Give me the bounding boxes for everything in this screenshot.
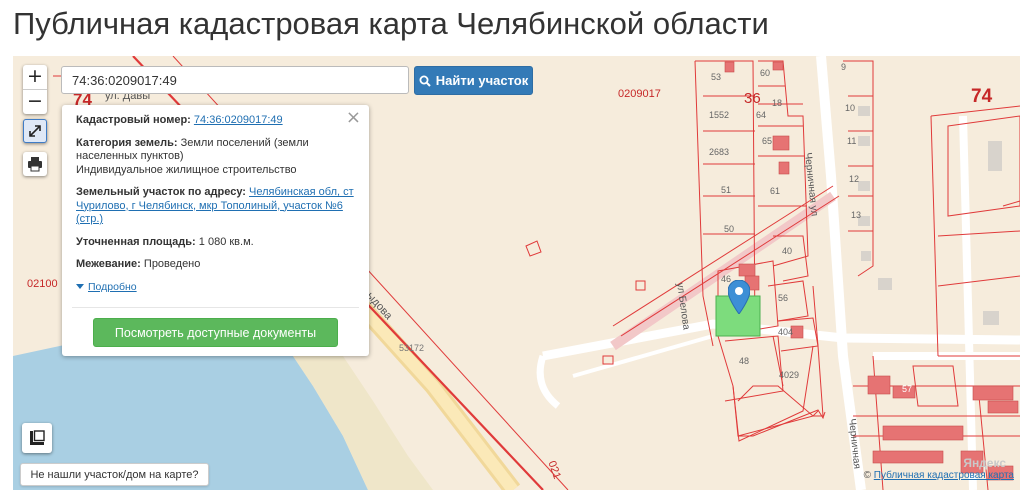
- plot-info-popup: × Кадастровый номер: 74:36:0209017:49 Ка…: [62, 105, 369, 356]
- land-category-row: Категория земель: Земли поселений (земли…: [76, 137, 357, 178]
- address-label: Земельный участок по адресу:: [76, 186, 246, 198]
- plot-label: 12: [849, 174, 860, 184]
- area-value: 1 080 кв.м.: [198, 235, 254, 248]
- plot-label: 40: [782, 246, 793, 256]
- survey-label: Межевание:: [76, 258, 141, 270]
- plot-label: 64: [756, 110, 767, 120]
- plot-label: 60: [760, 68, 771, 78]
- location-marker-icon[interactable]: [727, 279, 751, 319]
- map-label-block-74-right: 74: [971, 86, 993, 107]
- plot-label: 11: [847, 136, 857, 146]
- area-row: Уточненная площадь: 1 080 кв.м.: [76, 236, 357, 250]
- fullscreen-button[interactable]: [23, 119, 47, 143]
- map[interactable]: 74 ул. Давы 74 36 0209017 02100 021 ыдов…: [13, 56, 1020, 490]
- zoom-in-button[interactable]: +: [23, 65, 47, 89]
- page-title: Публичная кадастровая карта Челябинской …: [13, 6, 769, 41]
- cadastral-number-row: Кадастровый номер: 74:36:0209017:49: [76, 114, 357, 128]
- plot-label: 48: [739, 356, 750, 366]
- plot-label: 53: [711, 72, 722, 82]
- layers-button[interactable]: [22, 423, 52, 453]
- yandex-watermark: Яндекс: [963, 456, 1006, 470]
- plot-label: 13: [851, 210, 862, 220]
- land-use-value: Индивидуальное жилищное строительство: [76, 163, 297, 176]
- view-documents-button[interactable]: Посмотреть доступные документы: [93, 318, 338, 347]
- plot-label: 4029: [779, 370, 800, 380]
- survey-value: Проведено: [143, 258, 201, 270]
- popup-divider: [72, 307, 359, 308]
- plot-label: 2683: [709, 147, 730, 157]
- map-label-quarter-02100: 02100: [27, 278, 58, 290]
- map-label-quarter-0209017: 0209017: [618, 88, 661, 100]
- plot-label: 50: [724, 224, 735, 234]
- plot-label: 18: [772, 98, 783, 108]
- plot-label: 51: [721, 185, 732, 195]
- plot-label: 9: [841, 62, 847, 72]
- cadastral-search-input[interactable]: [61, 66, 409, 94]
- plot-label: 1552: [709, 110, 730, 120]
- layers-icon: [30, 430, 45, 445]
- expand-icon: [29, 125, 41, 137]
- area-label: Уточненная площадь:: [76, 235, 196, 248]
- map-label-block-36: 36: [744, 90, 761, 107]
- attribution-link[interactable]: Публичная кадастровая карта: [874, 470, 1014, 481]
- land-category-label: Категория земель:: [76, 136, 178, 149]
- plot-label: 57: [902, 384, 913, 394]
- attribution: © Публичная кадастровая карта: [864, 470, 1014, 481]
- map-label-53172: 53172: [399, 343, 425, 353]
- search-icon: [419, 75, 431, 87]
- details-toggle[interactable]: Подробно: [76, 281, 357, 293]
- print-button[interactable]: [23, 152, 47, 176]
- plot-label: 56: [778, 293, 789, 303]
- plot-label: 65: [762, 136, 773, 146]
- cadastral-number-link[interactable]: 74:36:0209017:49: [194, 114, 283, 126]
- plot-label: 404: [778, 327, 794, 337]
- cadastral-number-label: Кадастровый номер:: [76, 114, 191, 126]
- zoom-out-button[interactable]: −: [23, 89, 47, 114]
- plot-label: 10: [845, 103, 856, 113]
- find-plot-button[interactable]: Найти участок: [414, 66, 533, 95]
- printer-icon: [28, 157, 42, 172]
- zoom-control: + −: [23, 65, 47, 114]
- copyright-symbol: ©: [863, 470, 871, 481]
- popup-close-icon[interactable]: ×: [346, 107, 361, 128]
- not-found-button[interactable]: Не нашли участок/дом на карте?: [20, 463, 209, 486]
- caret-down-icon: [76, 284, 84, 289]
- details-link[interactable]: Подробно: [88, 281, 137, 293]
- find-plot-label: Найти участок: [435, 73, 529, 88]
- plot-label: 61: [770, 186, 781, 196]
- address-row: Земельный участок по адресу: Челябинская…: [76, 186, 357, 227]
- survey-row: Межевание: Проведено: [76, 258, 357, 272]
